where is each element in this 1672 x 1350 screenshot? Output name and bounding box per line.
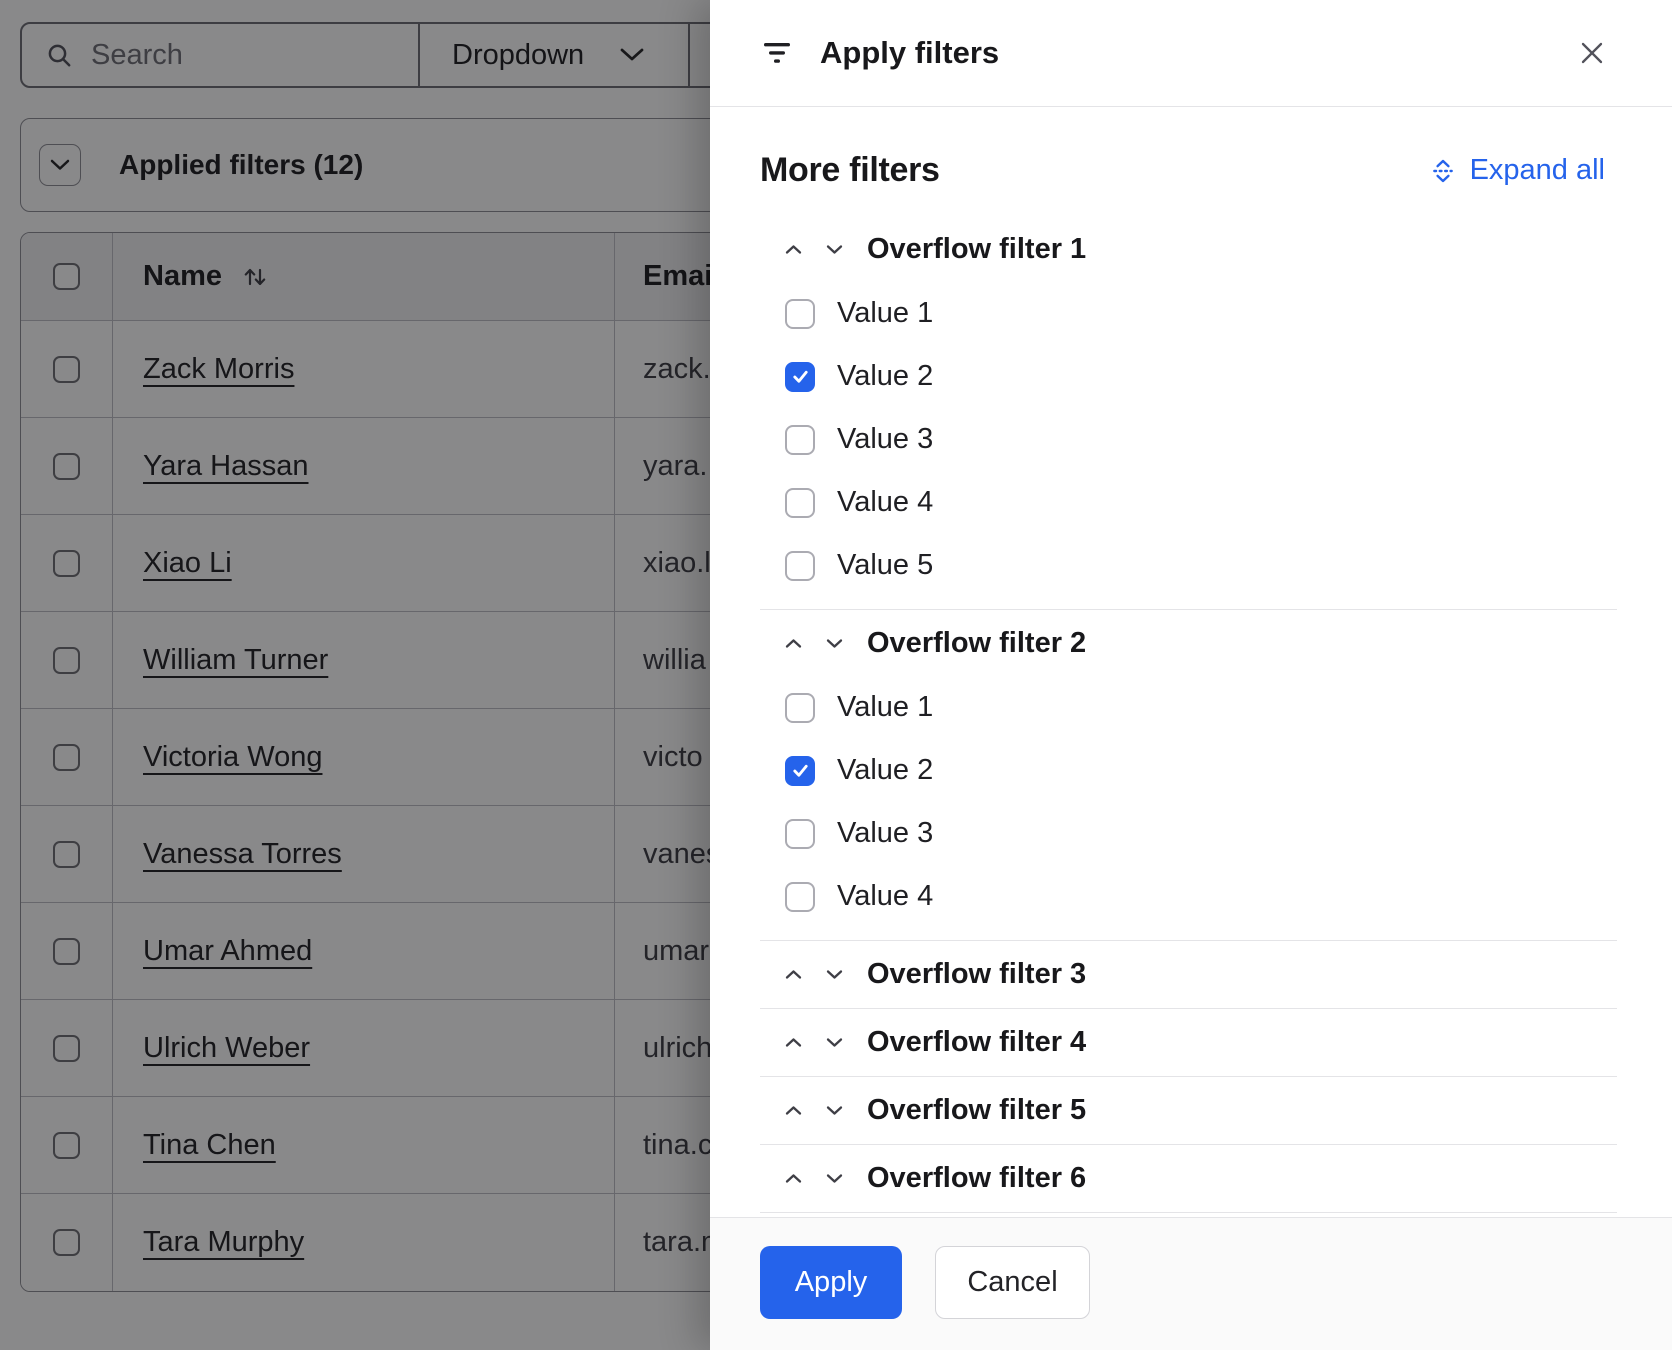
filter-option-row[interactable]: Value 2 (760, 345, 1617, 408)
filter-option-row[interactable]: Value 5 (760, 534, 1617, 597)
filter-option-row[interactable]: Value 4 (760, 865, 1617, 928)
cancel-button[interactable]: Cancel (935, 1246, 1090, 1319)
chevron-up-icon (785, 638, 802, 649)
chevron-down-icon (826, 1173, 843, 1184)
filter-option-checkbox[interactable] (785, 551, 815, 581)
close-icon (1578, 39, 1606, 67)
expand-all-button[interactable]: Expand all (1424, 153, 1611, 188)
filter-option-row[interactable]: Value 2 (760, 739, 1617, 802)
filter-option-label: Value 2 (837, 360, 933, 393)
filter-section-header[interactable]: Overflow filter 1 (760, 216, 1617, 282)
filter-option-checkbox[interactable] (785, 425, 815, 455)
filter-icon (762, 42, 792, 64)
check-icon (791, 367, 810, 386)
chevron-down-icon (826, 1105, 843, 1116)
more-filters-heading: More filters (760, 151, 940, 190)
apply-filters-panel: Apply filters More filters (710, 0, 1672, 1350)
filter-section: Overflow filter 3 (760, 941, 1617, 1009)
filter-section: Overflow filter 5 (760, 1077, 1617, 1145)
filter-option-checkbox[interactable] (785, 819, 815, 849)
close-button[interactable] (1574, 35, 1610, 71)
chevron-down-icon (826, 244, 843, 255)
filter-option-row[interactable]: Value 3 (760, 408, 1617, 471)
chevron-up-icon (785, 1037, 802, 1048)
chevron-up-icon (785, 969, 802, 980)
panel-title: Apply filters (820, 35, 999, 71)
filter-section-label: Overflow filter 1 (867, 233, 1086, 266)
filter-option-checkbox[interactable] (785, 756, 815, 786)
filter-options: Value 1 Value 2 Value 3 Va (760, 282, 1617, 609)
chevron-up-icon (785, 244, 802, 255)
filter-option-label: Value 3 (837, 817, 933, 850)
filter-section-header[interactable]: Overflow filter 2 (760, 610, 1617, 676)
filter-section-label: Overflow filter 2 (867, 627, 1086, 660)
apply-button[interactable]: Apply (760, 1246, 902, 1319)
filter-option-row[interactable]: Value 1 (760, 676, 1617, 739)
chevron-up-icon (785, 1173, 802, 1184)
check-icon (791, 761, 810, 780)
filter-option-checkbox[interactable] (785, 362, 815, 392)
filter-options: Value 1 Value 2 Value 3 Va (760, 676, 1617, 940)
panel-footer: Apply Cancel (710, 1217, 1672, 1350)
filter-option-label: Value 2 (837, 754, 933, 787)
filter-option-label: Value 4 (837, 880, 933, 913)
filter-section-header[interactable]: Overflow filter 5 (760, 1077, 1617, 1144)
filter-option-label: Value 1 (837, 297, 933, 330)
filter-section-header[interactable]: Overflow filter 6 (760, 1145, 1617, 1212)
expand-all-icon (1430, 158, 1456, 184)
expand-all-label: Expand all (1470, 154, 1605, 187)
filter-option-label: Value 1 (837, 691, 933, 724)
filter-sections: Overflow filter 1 Value 1 Value 2 (760, 216, 1617, 1213)
chevron-down-icon (826, 1037, 843, 1048)
filter-option-checkbox[interactable] (785, 299, 815, 329)
filter-option-checkbox[interactable] (785, 693, 815, 723)
filter-section-label: Overflow filter 4 (867, 1026, 1086, 1059)
more-filters-row: More filters Expand all (760, 151, 1617, 190)
chevron-down-icon (826, 638, 843, 649)
filter-option-row[interactable]: Value 1 (760, 282, 1617, 345)
filter-option-label: Value 4 (837, 486, 933, 519)
filter-section-label: Overflow filter 6 (867, 1162, 1086, 1195)
screen: Dropdown Applied filters (12) (0, 0, 1672, 1350)
filter-section: Overflow filter 2 Value 1 Value 2 (760, 610, 1617, 941)
filter-option-row[interactable]: Value 4 (760, 471, 1617, 534)
panel-body: More filters Expand all (710, 107, 1672, 1217)
panel-header: Apply filters (710, 0, 1672, 107)
chevron-up-icon (785, 1105, 802, 1116)
filter-option-label: Value 3 (837, 423, 933, 456)
filter-section-header[interactable]: Overflow filter 4 (760, 1009, 1617, 1076)
filter-section: Overflow filter 6 (760, 1145, 1617, 1213)
filter-section: Overflow filter 1 Value 1 Value 2 (760, 216, 1617, 610)
filter-option-label: Value 5 (837, 549, 933, 582)
filter-section-header[interactable]: Overflow filter 3 (760, 941, 1617, 1008)
chevron-down-icon (826, 969, 843, 980)
filter-section-label: Overflow filter 3 (867, 958, 1086, 991)
filter-section-label: Overflow filter 5 (867, 1094, 1086, 1127)
filter-option-row[interactable]: Value 3 (760, 802, 1617, 865)
filter-option-checkbox[interactable] (785, 882, 815, 912)
filter-section: Overflow filter 4 (760, 1009, 1617, 1077)
filter-option-checkbox[interactable] (785, 488, 815, 518)
